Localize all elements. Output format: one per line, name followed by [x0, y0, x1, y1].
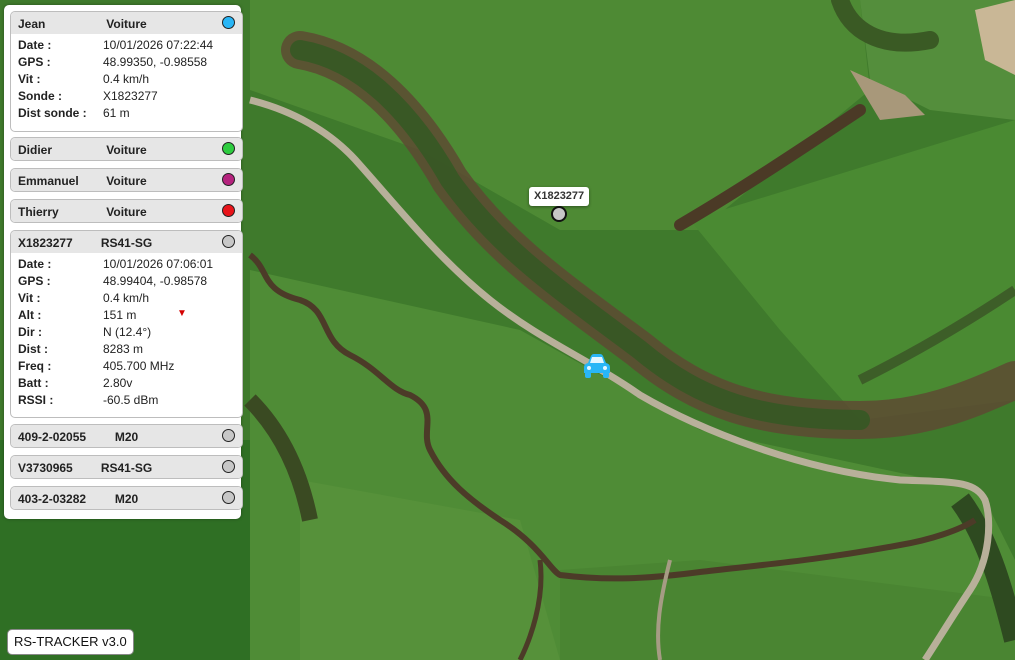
detail-value: -60.5 dBm — [103, 393, 159, 407]
detail-value: 0.4 km/h — [103, 72, 150, 86]
detail-row: Batt : 2.80v — [11, 375, 242, 392]
probe-card-v3730965[interactable]: V3730965 RS41-SG — [10, 455, 243, 479]
app-version-badge: RS-TRACKER v3.0 — [7, 629, 134, 655]
detail-label: Sonde : — [18, 89, 62, 103]
tracker-type: Voiture — [106, 174, 147, 188]
detail-value: 2.80v — [103, 376, 133, 390]
detail-label: Batt : — [18, 376, 49, 390]
tracker-card-thierry[interactable]: Thierry Voiture — [10, 199, 243, 223]
detail-label: Alt : — [18, 308, 42, 322]
detail-label: RSSI : — [18, 393, 54, 407]
detail-value: 405.700 MHz — [103, 359, 175, 373]
probe-map-label: X1823277 — [529, 187, 590, 206]
status-dot-icon — [222, 142, 235, 155]
detail-label: Dist : — [18, 342, 48, 356]
card-header[interactable]: V3730965 RS41-SG — [11, 456, 242, 478]
probe-type: M20 — [114, 492, 139, 506]
detail-label: Date : — [18, 38, 52, 52]
detail-value: N (12.4°) — [103, 325, 152, 339]
status-dot-icon — [222, 491, 235, 504]
tracker-card-emmanuel[interactable]: Emmanuel Voiture — [10, 168, 243, 192]
detail-label: Freq : — [18, 359, 52, 373]
card-header[interactable]: Didier Voiture — [11, 138, 242, 160]
detail-row: Date : 10/01/2026 07:22:44 — [11, 37, 242, 54]
detail-value: 10/01/2026 07:22:44 — [103, 38, 214, 52]
car-map-marker-icon[interactable] — [582, 353, 612, 379]
card-details: Date : 10/01/2026 07:06:01 GPS : 48.99404,… — [11, 253, 242, 409]
detail-value: 48.99404, -0.98578 — [103, 274, 208, 288]
detail-label: Date : — [18, 257, 52, 271]
probe-type: RS41-SG — [100, 461, 153, 475]
status-dot-icon — [222, 460, 235, 473]
detail-row: Dist sonde : 61 m — [11, 105, 242, 122]
detail-row: Vit : 0.4 km/h — [11, 290, 242, 307]
detail-row: Date : 10/01/2026 07:06:01 — [11, 256, 242, 273]
detail-row: Freq : 405.700 MHz — [11, 358, 242, 375]
detail-value: 151 m — [103, 308, 137, 322]
probe-card-409-2-02055[interactable]: 409-2-02055 M20 — [10, 424, 243, 448]
detail-value: 8283 m — [103, 342, 144, 356]
detail-value: 61 m — [103, 106, 130, 120]
detail-row: GPS : 48.99350, -0.98558 — [11, 54, 242, 71]
probe-type: RS41-SG — [100, 236, 153, 250]
detail-row: RSSI : -60.5 dBm — [11, 392, 242, 409]
status-dot-icon — [222, 16, 235, 29]
detail-row: Sonde : X1823277 — [11, 88, 242, 105]
status-dot-icon — [222, 429, 235, 442]
detail-value: 48.99350, -0.98558 — [103, 55, 208, 69]
status-dot-icon — [222, 204, 235, 217]
card-header[interactable]: Jean Voiture — [11, 12, 242, 34]
tracker-card-didier[interactable]: Didier Voiture — [10, 137, 243, 161]
descending-arrow-icon: ▼ — [177, 308, 187, 319]
detail-row: Alt : 151 m ▼ — [11, 307, 242, 324]
probe-map-marker[interactable] — [551, 206, 567, 222]
tracker-panel: Jean Voiture Date : 10/01/2026 07:22:44 G… — [4, 5, 243, 519]
detail-label: Dir : — [18, 325, 42, 339]
detail-value: X1823277 — [103, 89, 158, 103]
detail-row: Dist : 8283 m — [11, 341, 242, 358]
status-dot-icon — [222, 235, 235, 248]
tracker-type: Voiture — [106, 205, 147, 219]
probe-card-403-2-03282[interactable]: 403-2-03282 M20 — [10, 486, 243, 510]
detail-row: Dir : N (12.4°) — [11, 324, 242, 341]
detail-label: GPS : — [18, 55, 51, 69]
tracker-type: Voiture — [106, 143, 147, 157]
detail-label: Vit : — [18, 72, 41, 86]
tracker-card-jean[interactable]: Jean Voiture Date : 10/01/2026 07:22:44 G… — [10, 11, 243, 132]
card-header[interactable]: Emmanuel Voiture — [11, 169, 242, 191]
detail-value: 0.4 km/h — [103, 291, 150, 305]
card-header[interactable]: 403-2-03282 M20 — [11, 487, 242, 509]
detail-label: Dist sonde : — [18, 106, 87, 120]
detail-value: 10/01/2026 07:06:01 — [103, 257, 214, 271]
card-header[interactable]: X1823277 RS41-SG — [11, 231, 242, 253]
status-dot-icon — [222, 173, 235, 186]
card-header[interactable]: Thierry Voiture — [11, 200, 242, 222]
tracker-type: Voiture — [106, 17, 147, 31]
detail-row: GPS : 48.99404, -0.98578 — [11, 273, 242, 290]
detail-label: GPS : — [18, 274, 51, 288]
detail-row: Vit : 0.4 km/h — [11, 71, 242, 88]
card-header[interactable]: 409-2-02055 M20 — [11, 425, 242, 447]
probe-card-x1823277[interactable]: X1823277 RS41-SG Date : 10/01/2026 07:06:… — [10, 230, 243, 418]
probe-type: M20 — [114, 430, 139, 444]
detail-label: Vit : — [18, 291, 41, 305]
card-details: Date : 10/01/2026 07:22:44 GPS : 48.99350,… — [11, 34, 242, 122]
